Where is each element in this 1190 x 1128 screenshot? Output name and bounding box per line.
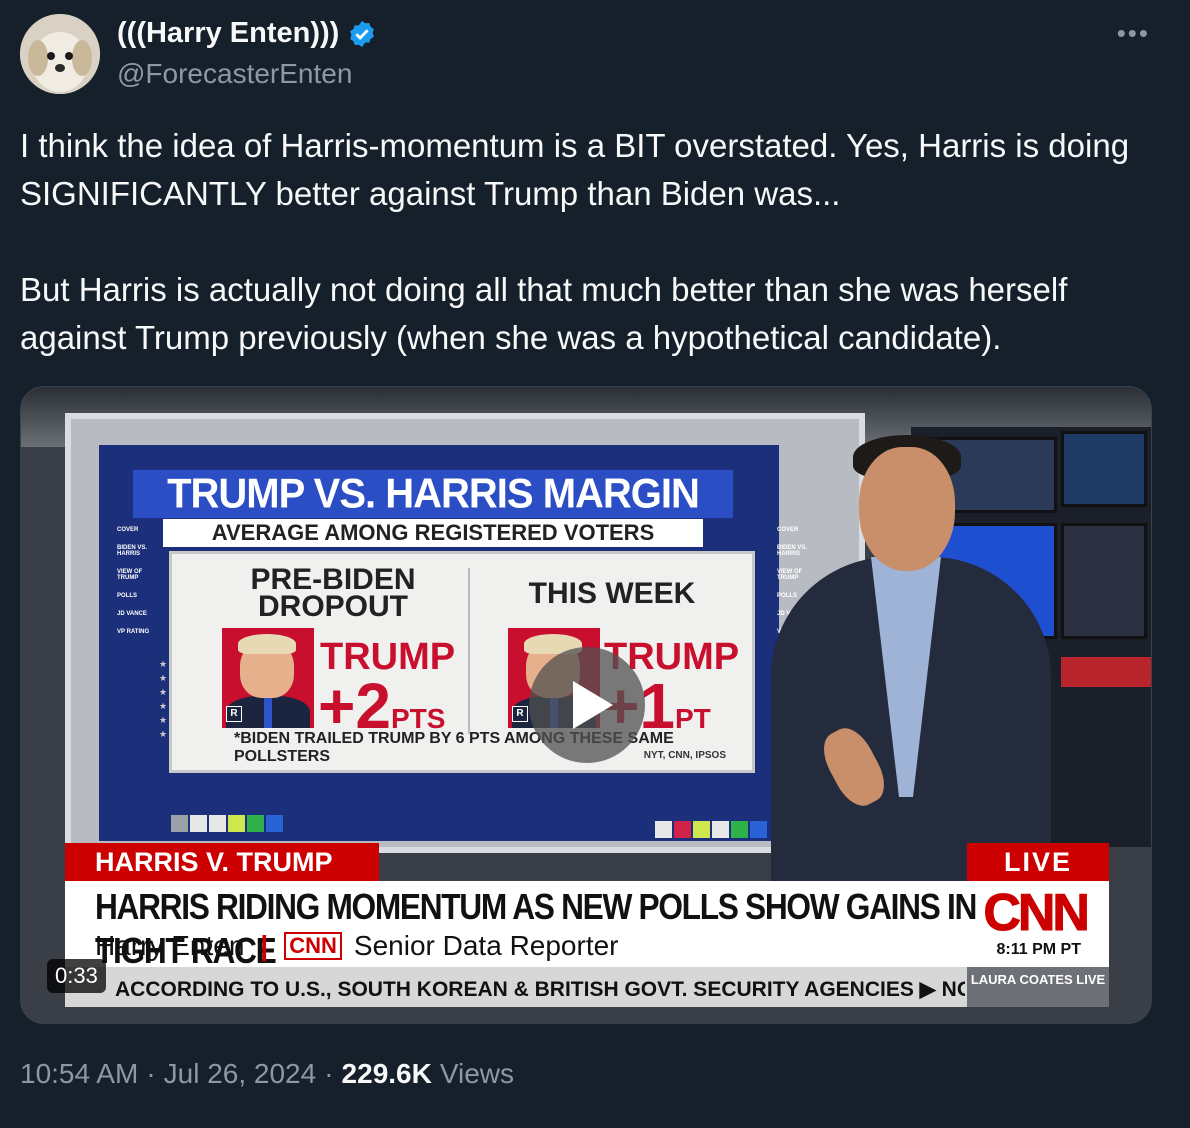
trump-photo-left: R	[222, 628, 314, 728]
cnn-logo: CNN	[983, 884, 1091, 942]
graphic-title: TRUMP VS. HARRIS MARGIN	[133, 469, 733, 519]
byline-separator: |	[260, 930, 269, 961]
meta-separator: ·	[146, 1058, 156, 1089]
tweet-date[interactable]: Jul 26, 2024	[164, 1058, 317, 1090]
more-options-icon[interactable]: •••	[1117, 18, 1150, 49]
author-handle[interactable]: @ForecasterEnten	[117, 58, 352, 90]
presenter	[761, 427, 1061, 897]
video-duration: 0:33	[47, 959, 106, 993]
cnn-small-logo: CNN	[284, 932, 342, 960]
graphic-source: NYT, CNN, IPSOS	[643, 750, 726, 761]
views-label: Views	[439, 1058, 515, 1089]
play-icon	[573, 681, 613, 729]
views-count[interactable]: 229.6K	[342, 1058, 432, 1090]
left-column-heading: PRE-BIDEN DROPOUT	[250, 563, 416, 623]
broadcast-time: 8:11 PM PT	[996, 941, 1081, 958]
right-column-heading: THIS WEEK	[528, 577, 696, 610]
verified-badge-icon[interactable]	[347, 19, 377, 49]
graphic-side-nav-left: COVER BIDEN VS. HARRIS VIEW OF TRUMP POL…	[117, 527, 150, 635]
news-ticker: ACCORDING TO U.S., SOUTH KOREAN & BRITIS…	[65, 967, 1109, 1007]
chyron-topic-tag: HARRIS V. TRUMP	[65, 843, 379, 881]
chyron: HARRIS RIDING MOMENTUM AS NEW POLLS SHOW…	[65, 881, 1109, 971]
meta-separator: ·	[324, 1058, 334, 1089]
play-button[interactable]	[529, 647, 645, 763]
tweet-paragraph: But Harris is actually not doing all tha…	[20, 271, 1068, 356]
ticker-text: ACCORDING TO U.S., SOUTH KOREAN & BRITIS…	[115, 978, 965, 1001]
video-player[interactable]: COVER BIDEN VS. HARRIS VIEW OF TRUMP POL…	[20, 386, 1152, 1024]
color-swatches-left	[171, 815, 283, 832]
tweet-paragraph: I think the idea of Harris-momentum is a…	[20, 127, 1130, 212]
tweet-time[interactable]: 10:54 AM	[20, 1058, 138, 1090]
panel-divider	[468, 568, 470, 734]
dog-avatar-icon	[20, 14, 100, 94]
party-tag: R	[226, 706, 242, 722]
reporter-role: Senior Data Reporter	[353, 930, 619, 961]
live-badge: LIVE	[967, 843, 1109, 881]
reporter-name: Harry Enten	[95, 930, 245, 961]
tweet-meta: 10:54 AM · Jul 26, 2024 · 229.6K Views	[20, 1058, 514, 1090]
graphic-subtitle: AVERAGE AMONG REGISTERED VOTERS	[163, 519, 703, 547]
chyron-byline: Harry Enten | CNN Senior Data Reporter	[95, 929, 619, 963]
author-name[interactable]: (((Harry Enten)))	[117, 17, 339, 50]
star-column-left: ★ ★ ★ ★ ★ ★	[159, 659, 168, 739]
graphic-panel: PRE-BIDEN DROPOUT THIS WEEK R TRUMP +2PT…	[169, 551, 755, 773]
author-avatar[interactable]	[20, 14, 100, 94]
ticker-show-name: LAURA COATES LIVE	[967, 967, 1109, 1007]
party-tag: R	[512, 706, 528, 722]
tweet-text: I think the idea of Harris-momentum is a…	[20, 122, 1170, 362]
color-swatches-right	[655, 821, 767, 838]
